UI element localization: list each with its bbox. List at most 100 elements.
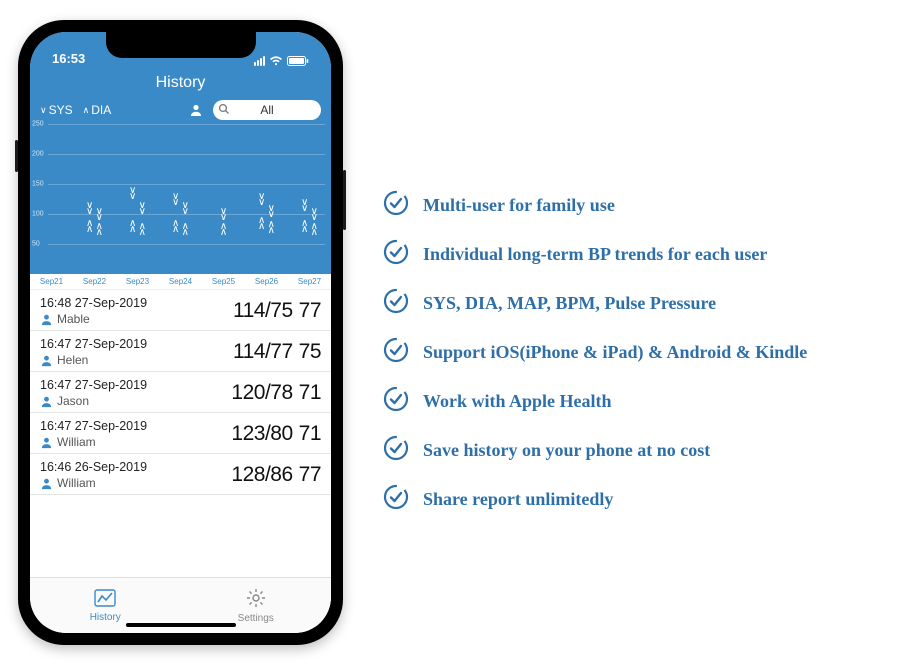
check-icon [383,239,409,270]
feature-item: Save history on your phone at no cost [383,435,807,466]
check-icon [383,386,409,417]
chart-point-dia [258,217,265,229]
user-filter-icon[interactable] [189,103,203,117]
feature-text: Individual long-term BP trends for each … [423,244,767,265]
feature-text: SYS, DIA, MAP, BPM, Pulse Pressure [423,293,716,314]
record-user: William [57,476,96,490]
chart-x-tick: Sep27 [288,274,331,289]
chart-filter-row: ∨ SYS ∧ DIA All [30,100,331,124]
status-icons [254,56,309,66]
record-list[interactable]: 16:48 27-Sep-2019Mable114/757716:47 27-S… [30,290,331,577]
record-user: William [57,435,96,449]
record-reading: 120/7871 [231,381,321,405]
chart-point-dia [220,223,227,235]
chart-y-tick: 250 [32,121,44,128]
phone-notch [106,32,256,58]
user-icon [40,436,53,449]
chart-y-tick: 200 [32,151,44,158]
chart-grid-line [48,184,325,185]
gear-icon [246,588,266,611]
home-indicator[interactable] [126,623,236,627]
phone-screen: 16:53 History ∨ SYS ∧ DIA [30,32,331,633]
chart-point-dia [182,223,189,235]
chart-x-tick: Sep24 [159,274,202,289]
chart-x-axis: Sep21Sep22Sep23Sep24Sep25Sep26Sep27 [30,274,331,290]
feature-text: Work with Apple Health [423,391,612,412]
legend-dia-label: DIA [91,103,111,117]
feature-list: Multi-user for family use Individual long… [383,150,807,515]
wifi-icon [269,56,283,66]
chart-y-tick: 150 [32,181,44,188]
user-icon [40,477,53,490]
record-time: 16:47 27-Sep-2019 [40,419,231,433]
feature-item: SYS, DIA, MAP, BPM, Pulse Pressure [383,288,807,319]
legend-sys-label: SYS [49,103,73,117]
record-row[interactable]: 16:47 27-Sep-2019 William 123/8071 [30,413,331,454]
record-row[interactable]: 16:48 27-Sep-2019Mable114/7577 [30,290,331,331]
chart-point-dia [96,223,103,235]
chart-point-dia [172,220,179,232]
battery-icon [287,56,309,66]
record-time: 16:48 27-Sep-2019 [40,296,233,310]
chart-x-tick: Sep26 [245,274,288,289]
chart-x-tick: Sep21 [30,274,73,289]
chart-point-dia [311,223,318,235]
bp-trend-chart[interactable]: 50 100 150 200 250 [30,124,331,274]
feature-text: Multi-user for family use [423,195,615,216]
record-row[interactable]: 16:46 26-Sep-2019 William 128/8677 [30,454,331,495]
legend-sys[interactable]: ∨ SYS [40,103,73,117]
tab-history-label: History [90,612,121,623]
chart-x-tick: Sep23 [116,274,159,289]
check-icon [383,484,409,515]
record-reading: 128/8677 [231,463,321,487]
chart-point-sys [301,199,308,211]
legend-dia[interactable]: ∧ DIA [83,103,112,117]
chart-x-tick: Sep25 [202,274,245,289]
record-user: Jason [57,394,89,408]
feature-item: Individual long-term BP trends for each … [383,239,807,270]
record-reading: 123/8071 [231,422,321,446]
chart-point-sys [258,193,265,205]
check-icon [383,435,409,466]
record-time: 16:46 26-Sep-2019 [40,460,231,474]
search-input[interactable]: All [213,100,321,120]
chevron-up-icon: ∧ [83,105,90,116]
feature-item: Share report unlimitedly [383,484,807,515]
chart-point-dia [301,220,308,232]
phone-mockup: 16:53 History ∨ SYS ∧ DIA [18,20,343,645]
signal-icon [254,56,265,66]
check-icon [383,288,409,319]
feature-text: Save history on your phone at no cost [423,440,710,461]
check-icon [383,337,409,368]
chart-point-dia [86,220,93,232]
chevron-down-icon: ∨ [40,105,47,116]
record-row[interactable]: 16:47 27-Sep-2019 Jason 120/7871 [30,372,331,413]
page-title: History [30,68,331,100]
user-icon [40,395,53,408]
chart-point-sys [311,208,318,220]
record-user: Helen [57,353,88,367]
chart-point-sys [86,202,93,214]
chart-point-dia [129,220,136,232]
history-icon [94,589,116,610]
search-icon [218,103,230,118]
chart-y-tick: 100 [32,211,44,218]
chart-point-dia [268,221,275,233]
feature-item: Work with Apple Health [383,386,807,417]
chart-point-sys [220,208,227,220]
record-user: Mable [57,312,90,326]
chart-point-sys [182,202,189,214]
chart-point-sys [129,187,136,199]
user-icon [40,313,53,326]
chart-grid-line [48,124,325,125]
chart-point-dia [139,223,146,235]
record-time: 16:47 27-Sep-2019 [40,337,233,351]
tab-settings-label: Settings [238,613,274,624]
record-row[interactable]: 16:47 27-Sep-2019Helen114/7775 [30,331,331,372]
feature-item: Multi-user for family use [383,190,807,221]
record-time: 16:47 27-Sep-2019 [40,378,231,392]
feature-text: Share report unlimitedly [423,489,613,510]
chart-point-sys [96,208,103,220]
chart-y-tick: 50 [32,241,40,248]
chart-x-tick: Sep22 [73,274,116,289]
